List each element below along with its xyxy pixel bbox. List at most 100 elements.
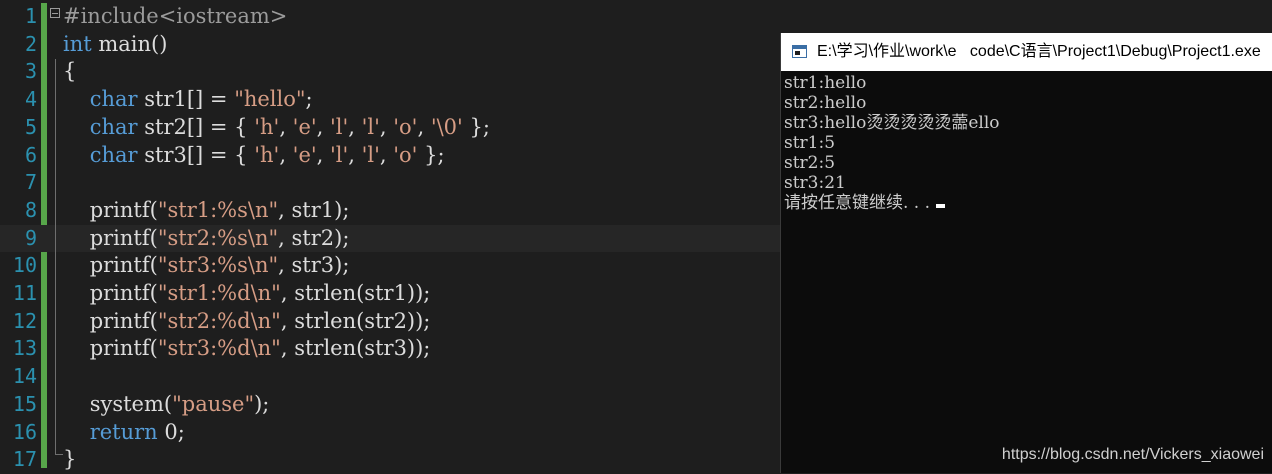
code-token: , str2); xyxy=(278,225,350,250)
code-text[interactable]: int main() xyxy=(63,31,167,59)
code-token: str2[] = { xyxy=(137,114,255,139)
code-text[interactable]: char str1[] = "hello"; xyxy=(63,86,313,114)
code-text[interactable]: printf("str3:%s\n", str3); xyxy=(63,252,350,280)
watermark-text: https://blog.csdn.net/Vickers_xiaowei xyxy=(1001,446,1264,463)
line-number: 13 xyxy=(12,336,37,361)
code-text[interactable]: printf("str3:%d\n", strlen(str3)); xyxy=(63,335,431,363)
code-token: str1[] = xyxy=(137,87,235,112)
console-output-line: str1:5 xyxy=(784,133,1269,153)
code-token: } xyxy=(63,447,77,472)
code-token: 'l' xyxy=(361,142,380,167)
console-output-line: str2:hello xyxy=(784,93,1269,113)
code-text[interactable]: printf("str1:%d\n", strlen(str1)); xyxy=(63,280,431,308)
code-token: , xyxy=(348,142,362,167)
line-number: 11 xyxy=(12,281,37,305)
code-token: 0; xyxy=(157,419,185,444)
code-token: 'e' xyxy=(292,114,317,139)
code-token: "hello" xyxy=(234,87,306,112)
code-token: "str2:%s\n" xyxy=(157,225,279,250)
line-number: 16 xyxy=(12,419,37,444)
console-output-text: str1:hello xyxy=(784,73,867,93)
line-number: 15 xyxy=(12,391,37,416)
code-token: 'l' xyxy=(330,114,349,139)
code-token: , str1); xyxy=(278,197,350,222)
code-token: }; xyxy=(417,142,445,167)
code-token: , strlen(str3)); xyxy=(280,336,431,361)
console-output-text: 请按任意键继续. . . xyxy=(784,193,931,213)
code-token: "str1:%s\n" xyxy=(157,197,279,222)
code-token: "str3:%d\n" xyxy=(157,336,281,361)
console-window[interactable]: E:\学习\作业\work\e code\C语言\Project1\Debug\… xyxy=(780,33,1272,473)
code-token: , xyxy=(379,114,394,139)
code-token: system( xyxy=(63,391,173,416)
collapse-icon[interactable] xyxy=(50,8,60,18)
code-token: printf( xyxy=(63,336,158,361)
code-text[interactable]: { xyxy=(63,58,76,86)
line-number: 17 xyxy=(12,447,37,472)
code-token: { xyxy=(63,59,77,84)
code-text[interactable]: char str3[] = { 'h', 'e', 'l', 'l', 'o' … xyxy=(63,142,445,170)
code-token: 'l' xyxy=(330,142,349,167)
console-output-text: str2:hello xyxy=(784,93,867,113)
code-token: , xyxy=(417,114,431,139)
code-token: , xyxy=(316,114,331,139)
fold-guide-end xyxy=(55,454,63,455)
console-output-text: str3:hello烫烫烫烫烫蘦ello xyxy=(784,113,1000,133)
code-token: 'o' xyxy=(393,142,418,167)
code-token: 'l' xyxy=(361,114,380,139)
line-number: 1 xyxy=(24,4,37,28)
code-token: , strlen(str1)); xyxy=(280,281,431,305)
code-token: , xyxy=(279,142,293,167)
code-token: 'e' xyxy=(292,142,317,167)
line-number: 9 xyxy=(24,225,37,250)
console-cursor xyxy=(936,204,946,208)
code-token: ; xyxy=(305,87,313,112)
console-output-line: str3:hello烫烫烫烫烫蘦ello xyxy=(784,113,1269,133)
code-text[interactable]: printf("str2:%s\n", str2); xyxy=(63,225,350,253)
code-token: , strlen(str2)); xyxy=(280,308,431,333)
code-text[interactable]: system("pause"); xyxy=(63,391,270,419)
code-token: 'h' xyxy=(254,142,280,167)
line-number: 4 xyxy=(24,87,37,112)
console-output-text: str3:21 xyxy=(784,173,846,193)
console-titlebar[interactable]: E:\学习\作业\work\e code\C语言\Project1\Debug\… xyxy=(781,33,1272,71)
line-number: 3 xyxy=(24,59,37,84)
console-title: E:\学习\作业\work\e code\C语言\Project1\Debug\… xyxy=(817,43,1261,60)
code-token: , xyxy=(348,114,362,139)
code-token: printf( xyxy=(63,197,158,222)
code-token: int xyxy=(63,31,92,56)
code-token: printf( xyxy=(63,225,158,250)
code-token: }; xyxy=(462,114,490,139)
line-number: 2 xyxy=(24,31,37,56)
code-token: printf( xyxy=(63,308,158,333)
code-line[interactable]: 1 #include<iostream> xyxy=(0,3,1272,31)
console-output-text: str2:5 xyxy=(784,153,836,173)
code-token: , str3); xyxy=(278,253,350,278)
line-number: 7 xyxy=(24,170,37,195)
code-token: char xyxy=(89,87,138,112)
code-text[interactable]: char str2[] = { 'h', 'e', 'l', 'l', 'o',… xyxy=(63,114,490,142)
code-token: printf( xyxy=(63,281,158,305)
console-app-icon xyxy=(792,45,807,58)
line-number: 8 xyxy=(24,197,37,222)
code-text[interactable]: } xyxy=(63,446,76,474)
code-text[interactable]: printf("str1:%s\n", str1); xyxy=(63,197,350,225)
code-text[interactable]: printf("str2:%d\n", strlen(str2)); xyxy=(63,308,431,336)
console-output-line: 请按任意键继续. . . xyxy=(784,193,1269,213)
code-token: 'h' xyxy=(254,114,280,139)
line-number: 14 xyxy=(12,364,37,389)
code-token: ); xyxy=(254,391,270,416)
code-token: "str1:%d\n" xyxy=(157,281,281,305)
code-token: "str2:%d\n" xyxy=(157,308,281,333)
code-token: , xyxy=(316,142,331,167)
code-text[interactable]: return 0; xyxy=(63,419,185,447)
code-text[interactable]: #include<iostream> xyxy=(63,3,287,31)
line-number: 5 xyxy=(24,114,37,139)
code-token: main() xyxy=(91,31,168,56)
console-output-line: str2:5 xyxy=(784,153,1269,173)
line-number: 12 xyxy=(12,308,37,333)
code-token: 'o' xyxy=(393,114,418,139)
code-token: char xyxy=(89,114,138,139)
fold-guide-line xyxy=(55,59,56,454)
